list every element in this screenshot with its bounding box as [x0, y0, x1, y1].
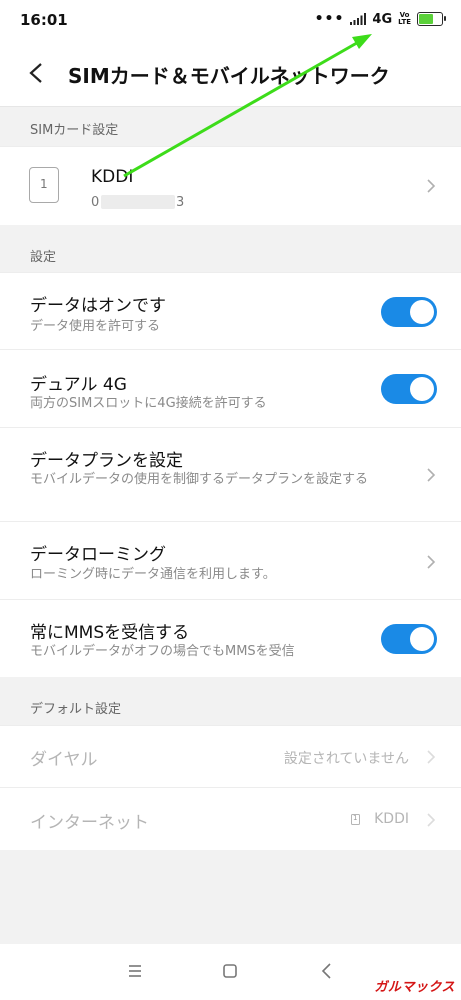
row-subtitle: データ使用を許可する: [30, 319, 161, 334]
row-subtitle: モバイルデータの使用を制御するデータプランを設定する: [30, 472, 369, 487]
chevron-right-icon: [427, 179, 436, 193]
chevron-right-icon: [427, 555, 436, 569]
row-title: ダイヤル: [30, 750, 98, 770]
sim-carrier: KDDI: [91, 167, 134, 187]
chevron-left-icon[interactable]: [26, 62, 48, 84]
row-subtitle: ローミング時にデータ通信を利用します。: [30, 567, 276, 582]
menu-icon[interactable]: [122, 958, 148, 984]
dual-4g-toggle[interactable]: [381, 374, 437, 404]
chevron-right-icon: [427, 468, 436, 482]
row-title: データローミング: [30, 545, 166, 565]
signal-strength-icon: [350, 13, 367, 25]
row-value: 設定されていません: [283, 751, 409, 767]
row-title: インターネット: [30, 813, 149, 833]
volte-bottom-text: LTE: [398, 18, 411, 26]
app-header: SIMカード＆モバイルネットワーク: [0, 42, 461, 107]
home-square-icon[interactable]: [217, 958, 243, 984]
sim-number-suffix: 3: [176, 195, 185, 210]
mobile-data-toggle[interactable]: [381, 297, 437, 327]
section-label-settings: 設定: [30, 250, 57, 265]
sim-number-prefix: 0: [91, 195, 100, 210]
settings-row-always-mms[interactable]: 常にMMSを受信する モバイルデータがオフの場合でもMMSを受信: [0, 599, 461, 677]
page-title: SIMカード＆モバイルネットワーク: [68, 64, 390, 88]
sim-card-row[interactable]: 1 KDDI 0 3: [0, 146, 461, 225]
status-time: 16:01: [20, 11, 68, 29]
chevron-right-icon: [427, 813, 436, 827]
settings-row-data-roaming[interactable]: データローミング ローミング時にデータ通信を利用します。: [0, 521, 461, 600]
section-label-default: デフォルト設定: [30, 702, 122, 717]
row-title: 常にMMSを受信する: [30, 623, 190, 643]
row-title: データはオンです: [30, 296, 166, 316]
settings-row-mobile-data[interactable]: データはオンです データ使用を許可する: [0, 272, 461, 350]
row-subtitle: モバイルデータがオフの場合でもMMSを受信: [30, 644, 295, 659]
volte-indicator: Vo LTE: [398, 12, 411, 26]
sim-card-icon: 1: [29, 167, 59, 203]
settings-row-dual-4g[interactable]: デュアル 4G 両方のSIMスロットに4G接続を許可する: [0, 349, 461, 428]
row-subtitle: 両方のSIMスロットに4G接続を許可する: [30, 396, 267, 411]
chevron-right-icon: [427, 750, 436, 764]
default-row-internet: インターネット 1 KDDI: [0, 787, 461, 850]
settings-row-data-plan[interactable]: データプランを設定 モバイルデータの使用を制御するデータプランを設定する: [0, 427, 461, 522]
always-mms-toggle[interactable]: [381, 624, 437, 654]
notification-dots: •••: [314, 11, 345, 27]
sim-card-icon: 1: [351, 814, 360, 825]
row-title: デュアル 4G: [30, 375, 127, 395]
sim-number-redaction: [101, 195, 175, 209]
status-icons: ••• 4G Vo LTE: [314, 11, 446, 27]
row-value: KDDI: [374, 811, 409, 827]
battery-charging-icon: [417, 12, 446, 26]
sim-slot-number: 1: [353, 814, 358, 822]
back-triangle-icon[interactable]: [314, 958, 340, 984]
watermark-logo: ガルマックス: [374, 980, 455, 995]
sim-slot-number: 1: [40, 177, 48, 191]
section-label-sim: SIMカード設定: [30, 123, 119, 138]
row-title: データプランを設定: [30, 451, 183, 471]
network-type: 4G: [372, 11, 393, 27]
status-bar: 16:01 ••• 4G Vo LTE: [0, 0, 461, 42]
default-row-dial: ダイヤル 設定されていません: [0, 725, 461, 788]
